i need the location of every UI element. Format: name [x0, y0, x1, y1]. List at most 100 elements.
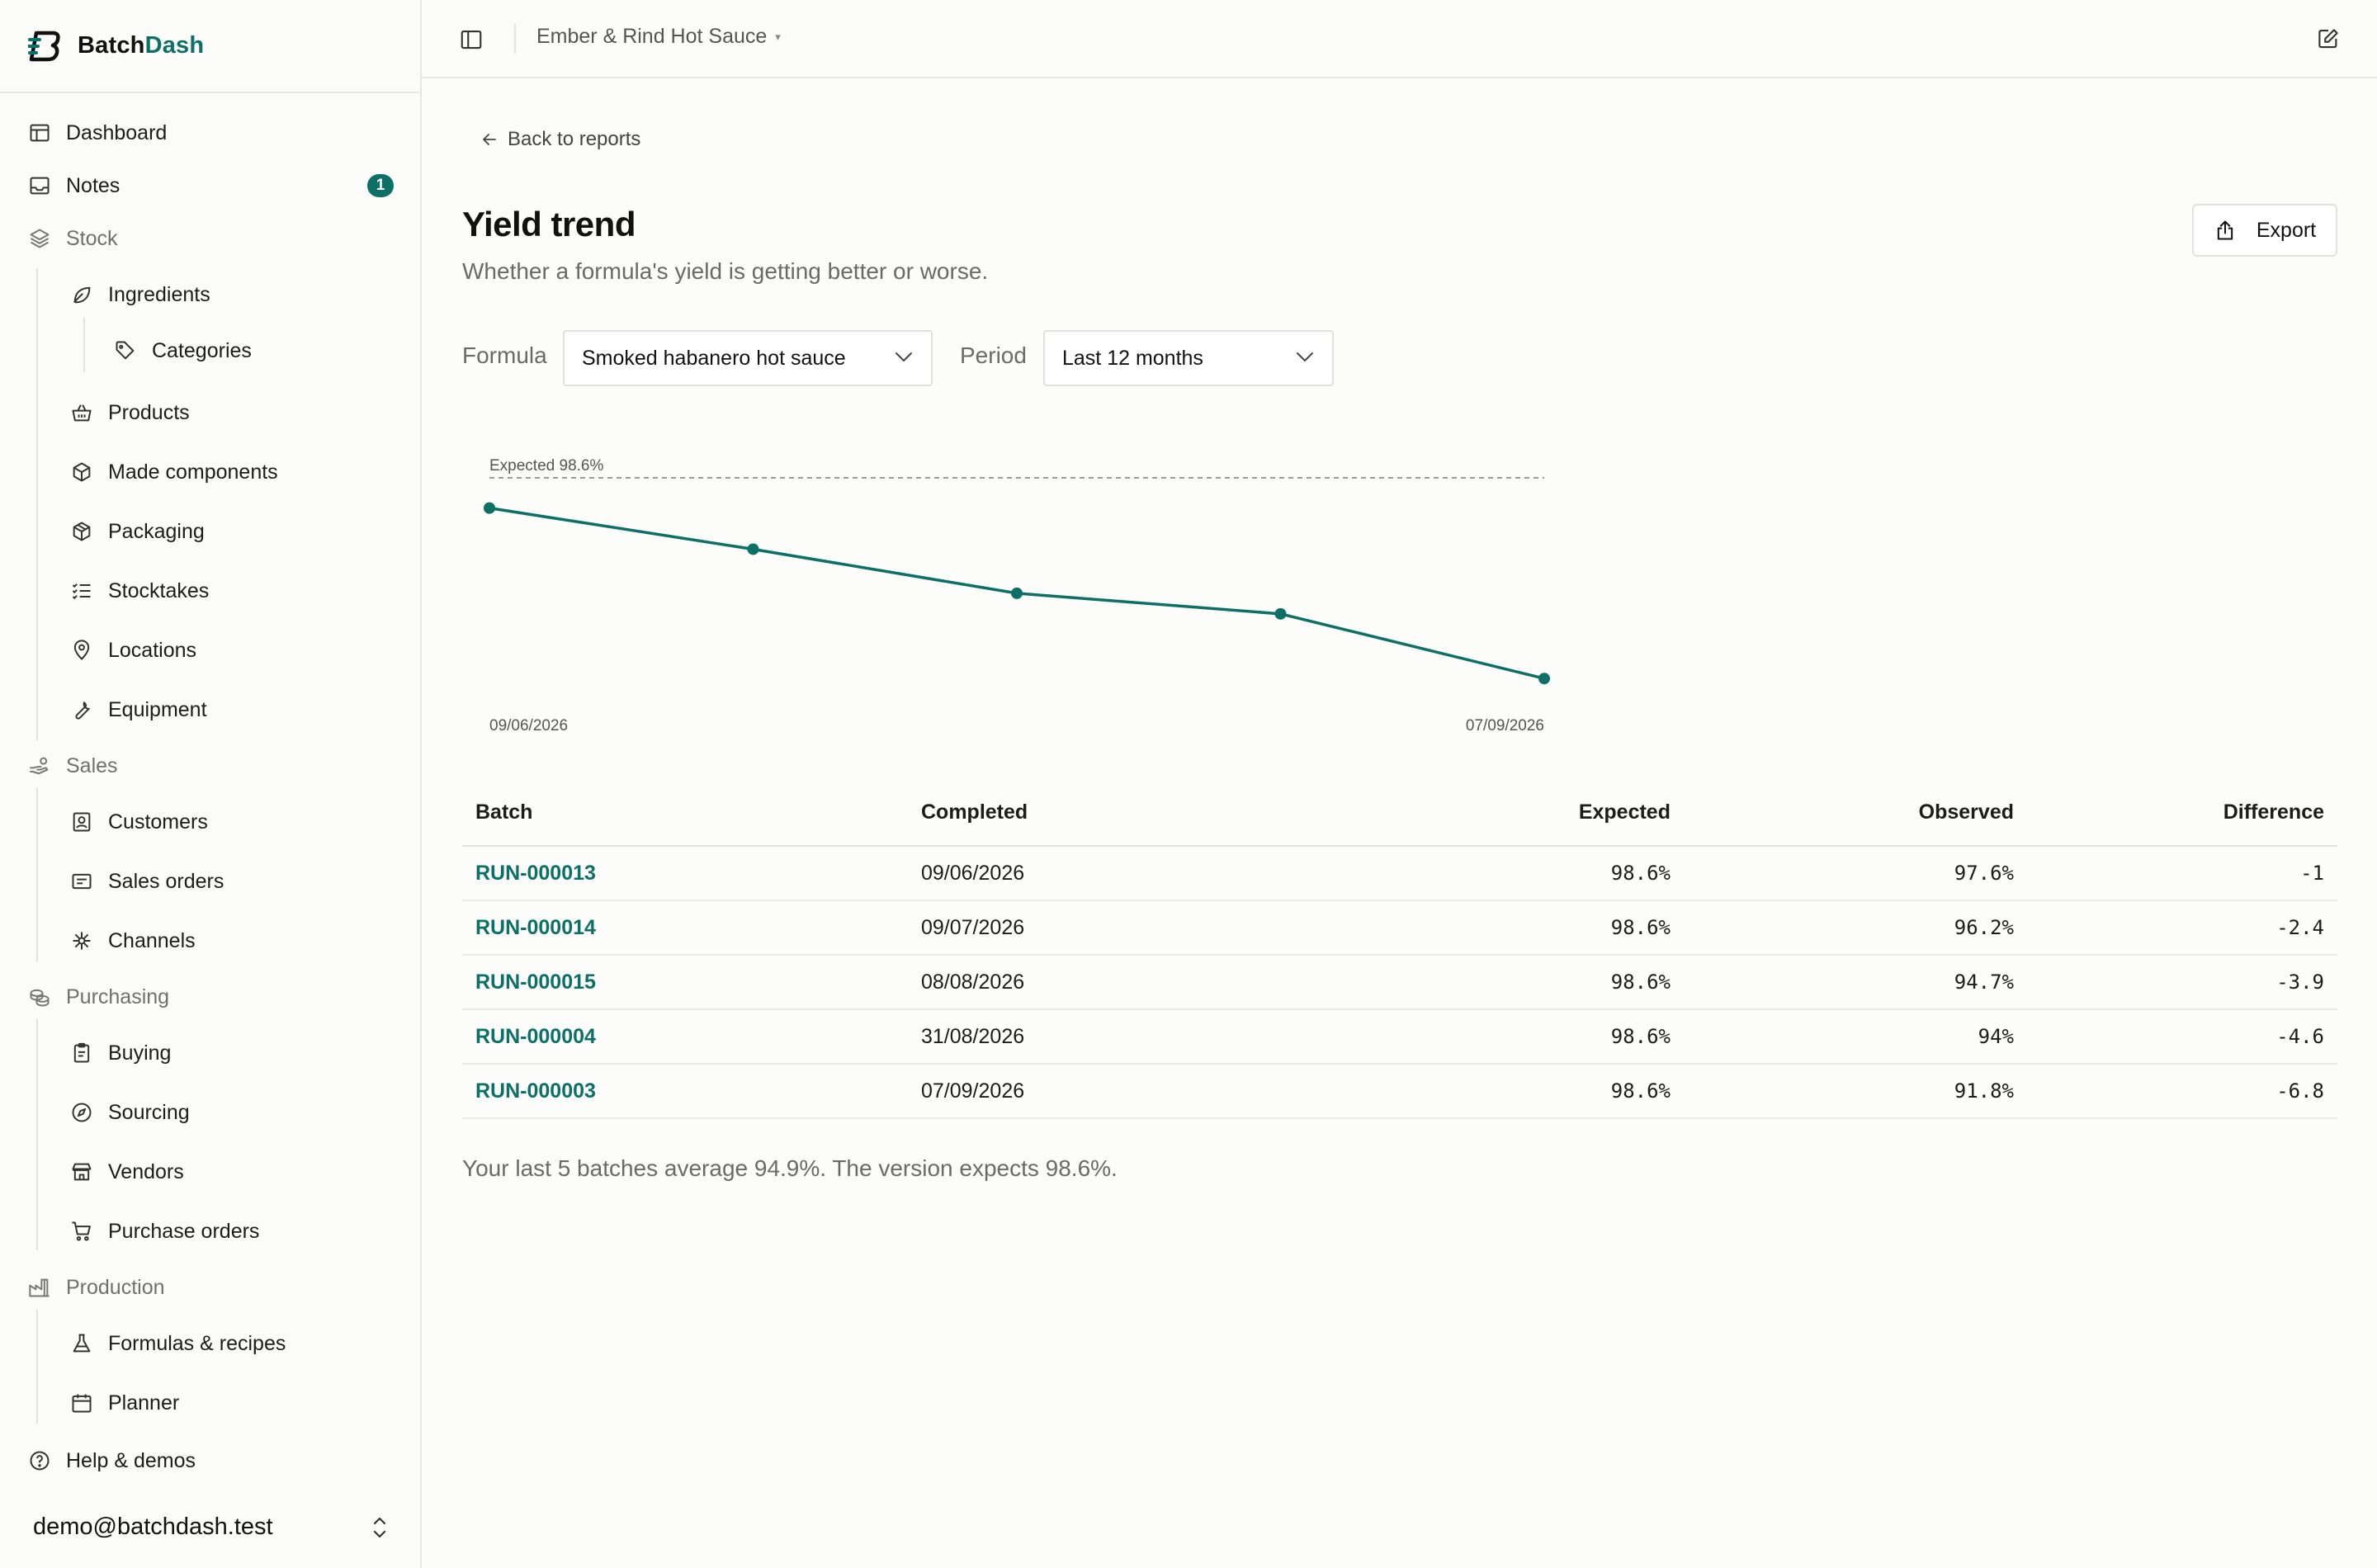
sidebar-item-label: Planner [108, 1391, 180, 1415]
sidebar-item-label: Vendors [108, 1159, 184, 1183]
batch-link[interactable]: RUN-000003 [462, 1064, 908, 1119]
sidebar-item-label: Notes [66, 173, 121, 197]
sidebar-item-packaging[interactable]: Packaging [0, 509, 420, 554]
sidebar-item-label: Customers [108, 810, 208, 834]
sidebar-item-stocktakes[interactable]: Stocktakes [0, 569, 420, 613]
expected-value: 98.6% [1354, 900, 1684, 956]
completed-date: 09/07/2026 [908, 900, 1354, 956]
sidebar-item-label: Help & demos [66, 1448, 196, 1472]
sidebar: BatchDash Dashboard Notes 1 Stock Ingred… [0, 0, 422, 1568]
x-tick-label-start: 09/06/2026 [489, 717, 568, 734]
sidebar-toggle-icon[interactable] [459, 27, 484, 52]
yield-point [1538, 673, 1550, 685]
sidebar-item-notes[interactable]: Notes 1 [0, 163, 420, 208]
calendar-icon [70, 1391, 93, 1415]
sidebar-item-formulas[interactable]: Formulas & recipes [0, 1321, 420, 1366]
sidebar-item-label: Purchasing [66, 985, 170, 1008]
sidebar-item-made-components[interactable]: Made components [0, 450, 420, 494]
compass-icon [70, 1101, 93, 1124]
store-icon [70, 1160, 93, 1183]
brand[interactable]: BatchDash [0, 0, 420, 93]
sidebar-section-stock[interactable]: Stock [0, 216, 420, 261]
sidebar-item-sales-orders[interactable]: Sales orders [0, 859, 420, 904]
export-button[interactable]: Export [2192, 204, 2337, 257]
table-header-row: Batch Completed Expected Observed Differ… [462, 780, 2337, 847]
observed-value: 96.2% [1684, 900, 2027, 956]
x-tick-label-end: 07/09/2026 [1466, 717, 1544, 734]
batchdash-logo-icon [28, 31, 60, 61]
completed-date: 08/08/2026 [908, 955, 1354, 1010]
sidebar-item-sourcing[interactable]: Sourcing [0, 1090, 420, 1135]
sidebar-item-label: Sales orders [108, 869, 224, 893]
sidebar-item-label: Packaging [108, 519, 205, 543]
col-completed: Completed [908, 780, 1354, 847]
sidebar-item-equipment[interactable]: Equipment [0, 687, 420, 732]
new-note-icon[interactable] [2316, 26, 2341, 51]
sidebar-item-label: Made components [108, 460, 278, 484]
batch-link[interactable]: RUN-000013 [462, 846, 908, 901]
topbar: Ember & Rind Hot Sauce ▾ [422, 0, 2377, 78]
sidebar-item-ingredients[interactable]: Ingredients [0, 272, 420, 317]
sidebar-item-vendors[interactable]: Vendors [0, 1150, 420, 1194]
observed-value: 94.7% [1684, 955, 2027, 1010]
expected-value: 98.6% [1354, 1064, 1684, 1119]
table-row: RUN-000014 09/07/2026 98.6% 96.2% -2.4 [462, 900, 2337, 956]
factory-icon [28, 1276, 51, 1299]
sidebar-item-label: Locations [108, 638, 197, 662]
sidebar-item-planner[interactable]: Planner [0, 1381, 420, 1425]
sidebar-item-locations[interactable]: Locations [0, 628, 420, 673]
expected-value: 98.6% [1354, 1009, 1684, 1065]
batch-link[interactable]: RUN-000014 [462, 900, 908, 956]
sidebar-item-help[interactable]: Help & demos [0, 1438, 420, 1483]
coins-icon [28, 985, 51, 1008]
sidebar-item-label: Sales [66, 753, 118, 777]
sidebar-section-sales[interactable]: Sales [0, 744, 420, 788]
topbar-divider [514, 24, 516, 54]
hand-coins-icon [28, 754, 51, 777]
batch-yield-table: Batch Completed Expected Observed Differ… [462, 780, 2337, 1119]
difference-value: -4.6 [2027, 1009, 2337, 1065]
chevrons-up-down-icon [373, 1517, 386, 1538]
sidebar-item-channels[interactable]: Channels [0, 919, 420, 963]
completed-date: 07/09/2026 [908, 1064, 1354, 1119]
box-icon [70, 460, 93, 484]
observed-value: 91.8% [1684, 1064, 2027, 1119]
receipt-icon [70, 870, 93, 893]
yield-trend-chart: Expected 98.6% 09/06/2026 07/09/2026 [484, 457, 1550, 734]
sidebar-item-purchase-orders[interactable]: Purchase orders [0, 1209, 420, 1254]
account-switcher[interactable]: demo@batchdash.test [0, 1485, 420, 1568]
yield-point [1274, 607, 1287, 620]
col-batch: Batch [462, 780, 908, 847]
expected-line-label: Expected 98.6% [489, 457, 603, 475]
table-row: RUN-000003 07/09/2026 98.6% 91.8% -6.8 [462, 1064, 2337, 1119]
table-row: RUN-000004 31/08/2026 98.6% 94% -4.6 [462, 1009, 2337, 1065]
sidebar-item-label: Purchase orders [108, 1219, 260, 1243]
account-email: demo@batchdash.test [33, 1513, 273, 1540]
sidebar-item-buying[interactable]: Buying [0, 1031, 420, 1075]
difference-value: -6.8 [2027, 1064, 2337, 1119]
table-row: RUN-000013 09/06/2026 98.6% 97.6% -1 [462, 846, 2337, 901]
sidebar-item-categories[interactable]: Categories [0, 328, 420, 373]
sidebar-item-label: Products [108, 400, 190, 424]
leaf-icon [70, 283, 93, 306]
observed-value: 94% [1684, 1009, 2027, 1065]
batch-link[interactable]: RUN-000004 [462, 1009, 908, 1065]
sidebar-item-label: Formulas & recipes [108, 1331, 286, 1355]
wrench-icon [70, 698, 93, 721]
contact-icon [70, 810, 93, 834]
sidebar-item-label: Dashboard [66, 120, 168, 144]
difference-value: -2.4 [2027, 900, 2337, 956]
sidebar-item-products[interactable]: Products [0, 390, 420, 435]
dashboard-icon [28, 121, 51, 144]
workspace-switcher[interactable]: Ember & Rind Hot Sauce ▾ [536, 25, 781, 49]
sidebar-section-production[interactable]: Production [0, 1265, 420, 1310]
main-content: Back to reports Yield trend Whether a fo… [422, 78, 2377, 1568]
sidebar-item-dashboard[interactable]: Dashboard [0, 111, 420, 155]
batch-link[interactable]: RUN-000015 [462, 955, 908, 1010]
sidebar-item-customers[interactable]: Customers [0, 800, 420, 844]
sidebar-section-purchasing[interactable]: Purchasing [0, 975, 420, 1019]
tag-icon [114, 339, 137, 362]
expected-value: 98.6% [1354, 846, 1684, 901]
observed-value: 97.6% [1684, 846, 2027, 901]
workspace-name: Ember & Rind Hot Sauce [536, 25, 768, 48]
